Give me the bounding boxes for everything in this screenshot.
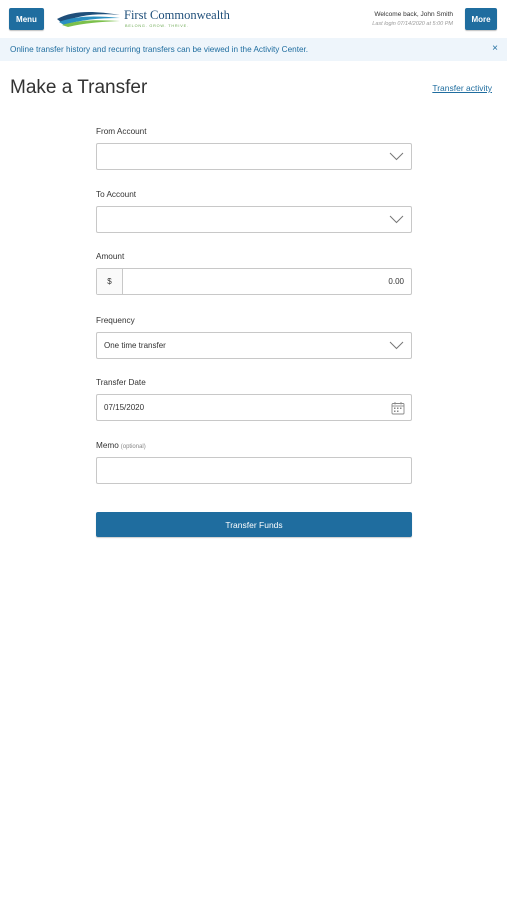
to-account-field: To Account [96,190,412,233]
currency-prefix: $ [97,269,123,294]
menu-button[interactable]: Menu [9,8,44,30]
logo-swoosh-icon [57,12,120,27]
chevron-down-icon [389,152,404,161]
memo-label-row: Memo (optional) [96,441,412,451]
brand-tagline: BELONG. GROW. THRIVE. [125,24,189,28]
to-account-label: To Account [96,190,137,199]
welcome-text: Welcome back, John Smith [374,11,453,18]
memo-label: Memo [96,441,119,450]
from-account-label: From Account [96,127,147,136]
memo-optional-note: (optional) [120,444,146,450]
chevron-down-icon [389,341,404,350]
to-account-select[interactable] [96,206,412,233]
frequency-label: Frequency [96,316,135,325]
amount-input[interactable]: $ 0.00 [96,268,412,295]
memo-input[interactable] [96,457,412,484]
calendar-icon[interactable] [391,401,405,415]
frequency-select[interactable]: One time transfer [96,332,412,359]
from-account-select[interactable] [96,143,412,170]
frequency-field: Frequency One time transfer [96,316,412,359]
memo-field: Memo (optional) [96,441,412,484]
brand-name: First Commonwealth [124,8,230,22]
page-title: Make a Transfer [10,77,148,98]
transfer-date-value: 07/15/2020 [104,403,145,412]
amount-label: Amount [96,252,125,261]
amount-field: Amount $ 0.00 [96,252,412,295]
frequency-value: One time transfer [104,341,166,350]
brand-logo[interactable]: First Commonwealth BELONG. GROW. THRIVE. [56,7,236,31]
chevron-down-icon [389,215,404,224]
last-login-text: Last login 07/14/2020 at 5:00 PM [372,21,453,27]
amount-value[interactable]: 0.00 [123,277,411,286]
transfer-date-label: Transfer Date [96,378,146,387]
close-icon[interactable]: × [492,43,498,54]
app-header: Menu First Commonwealth BELONG. GROW. TH… [0,0,507,38]
transfer-date-field: Transfer Date 07/15/2020 [96,378,412,421]
notice-banner: Online transfer history and recurring tr… [0,38,507,61]
banner-message: Online transfer history and recurring tr… [10,45,309,54]
transfer-activity-link[interactable]: Transfer activity [432,83,492,93]
transfer-funds-button[interactable]: Transfer Funds [96,512,412,537]
transfer-date-input[interactable]: 07/15/2020 [96,394,412,421]
from-account-field: From Account [96,127,412,170]
more-button[interactable]: More [465,8,497,30]
